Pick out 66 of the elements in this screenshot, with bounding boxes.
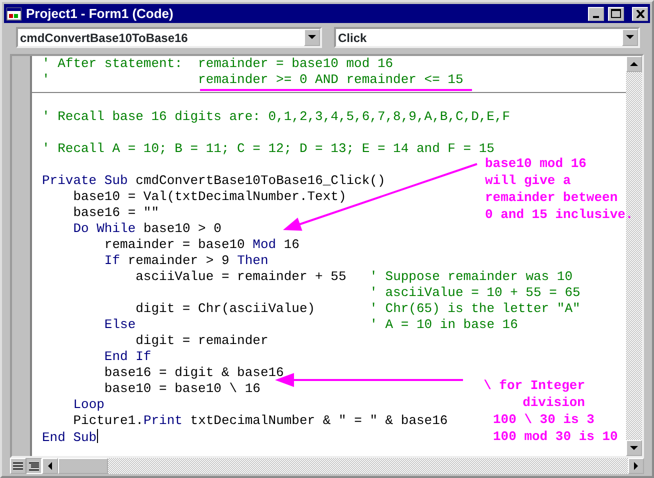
code-keyword: Print xyxy=(143,413,182,428)
maximize-icon xyxy=(611,9,621,18)
code-text: asciiValue = remainder + 55 xyxy=(136,269,346,284)
horizontal-scrollbar[interactable] xyxy=(42,458,644,474)
full-module-view-button[interactable] xyxy=(26,458,42,474)
left-arrow-icon xyxy=(48,462,52,470)
annotation-text: division xyxy=(522,394,585,411)
scroll-thumb[interactable] xyxy=(58,458,108,474)
code-text: base16 = digit & base16 xyxy=(104,365,284,380)
code-keyword: Loop xyxy=(73,397,104,412)
code-keyword: Private Sub xyxy=(42,173,128,188)
code-text: cmdConvertBase10ToBase16_Click() xyxy=(136,173,386,188)
code-comment: ' Recall base 16 digits are: 0,1,2,3,4,5,6,7,8,9,A,B,C,D,E,F xyxy=(42,109,510,124)
code-text: base10 = base10 \ 16 xyxy=(104,381,260,396)
scroll-up-button[interactable] xyxy=(626,56,642,72)
code-text: txtDecimalNumber & " = " & base16 xyxy=(190,413,448,428)
annotation-text: \ for Integer xyxy=(484,377,585,394)
scroll-left-button[interactable] xyxy=(42,458,58,474)
dropdown-arrow-icon xyxy=(626,35,634,40)
code-text: base10 > 0 xyxy=(143,221,222,236)
code-text: Picture1. xyxy=(73,413,144,428)
code-text: base16 = "" xyxy=(73,205,160,220)
procedure-view-button[interactable] xyxy=(10,458,26,474)
down-arrow-icon xyxy=(630,446,638,450)
close-icon xyxy=(636,10,644,18)
procedure-dropdown[interactable]: Click xyxy=(334,27,640,48)
object-dropdown[interactable]: cmdConvertBase10ToBase16 xyxy=(16,27,322,48)
lines-icon xyxy=(29,462,39,470)
code-keyword: Else xyxy=(104,317,136,332)
code-comment: ' remainder >= 0 AND remainder <= 15 xyxy=(42,72,464,87)
code-text: 16 xyxy=(284,237,300,252)
text-cursor xyxy=(96,429,98,443)
dropdown-arrow-icon xyxy=(308,35,316,40)
annotation-text: will give a xyxy=(485,172,571,189)
code-text: remainder > 9 xyxy=(128,253,230,268)
annotation-text: 100 mod 30 is 10 xyxy=(493,428,618,445)
code-text: base10 = Val(txtDecimalNumber.Text) xyxy=(73,189,346,204)
code-comment: ' asciiValue = 10 + 55 = 65 xyxy=(370,285,580,300)
code-comment: ' Chr(65) is the letter "A" xyxy=(370,301,580,316)
annotation-text: 100 \ 30 is 3 xyxy=(493,411,594,428)
minimize-icon xyxy=(593,16,599,18)
code-comment: ' A = 10 in base 16 xyxy=(370,317,518,332)
code-keyword: Do While xyxy=(73,221,136,236)
code-text: digit = Chr(asciiValue) xyxy=(136,301,316,316)
code-comment: ' After statement: remainder = base10 mod 16 xyxy=(42,56,394,71)
code-text: digit = remainder xyxy=(136,333,268,348)
window-title: Project1 - Form1 (Code) xyxy=(26,6,174,21)
scroll-right-button[interactable] xyxy=(628,458,644,474)
annotation-text: remainder between xyxy=(485,189,618,206)
code-keyword: If xyxy=(104,253,120,268)
right-arrow-icon xyxy=(634,462,638,470)
code-comment: ' Recall A = 10; B = 11; C = 12; D = 13; E = 14 and F = 15 xyxy=(42,141,494,156)
maximize-button[interactable] xyxy=(608,6,624,20)
minimize-button[interactable] xyxy=(588,6,604,20)
code-keyword: End Sub xyxy=(42,430,97,445)
code-comment: ' Suppose remainder was 10 xyxy=(370,269,573,284)
lines-icon xyxy=(13,462,23,470)
up-arrow-icon xyxy=(630,62,638,66)
code-keyword: End If xyxy=(104,349,152,364)
code-text: remainder = base10 xyxy=(104,237,246,252)
annotation-text: base10 mod 16 xyxy=(485,155,586,172)
annotation-text: 0 and 15 inclusive. xyxy=(485,206,634,223)
scroll-down-button[interactable] xyxy=(626,440,642,456)
code-keyword: Then xyxy=(237,253,268,268)
code-keyword: Mod xyxy=(252,237,276,252)
close-button[interactable] xyxy=(632,6,648,20)
